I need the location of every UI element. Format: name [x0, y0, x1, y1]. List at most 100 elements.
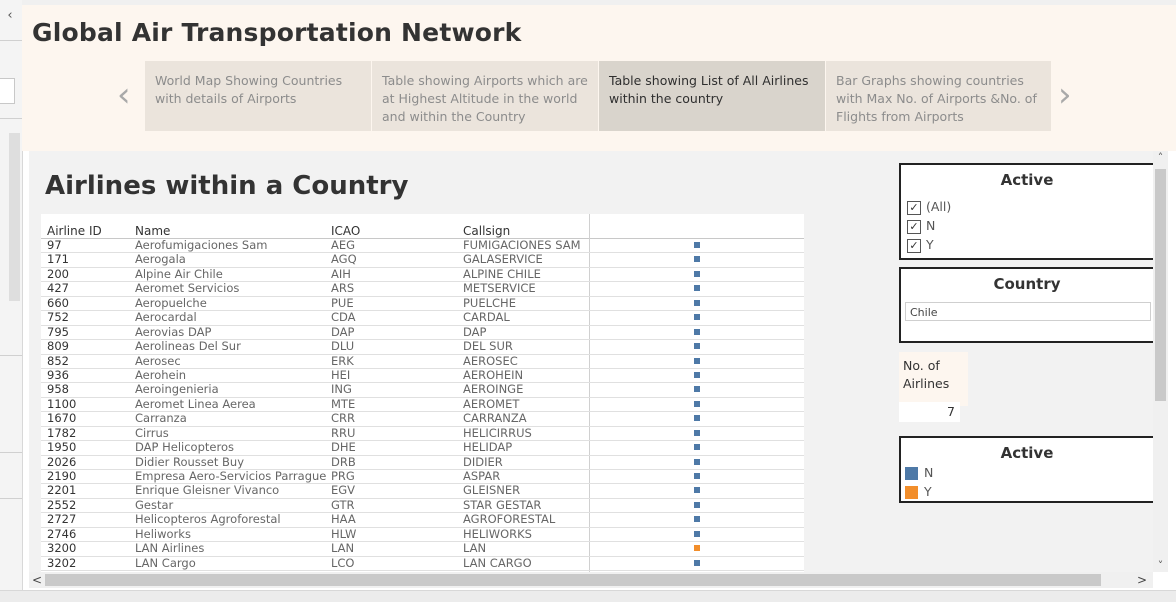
icao-cell: GTR — [331, 498, 355, 512]
horizontal-scrollbar[interactable]: < > — [29, 572, 1153, 588]
icao-cell: ARS — [331, 282, 355, 296]
active-status-marker[interactable] — [694, 343, 700, 350]
table-row[interactable]: 2201 Enrique Gleisner Vivanco EGV GLEISNER — [41, 484, 804, 499]
airline-id-cell: 1100 — [47, 397, 77, 411]
table-row[interactable]: 852 Aerosec ERK AEROSEC — [41, 355, 804, 369]
table-row[interactable]: 752 Aerocardal CDA CARDAL — [41, 311, 804, 326]
active-status-marker[interactable] — [694, 473, 700, 479]
active-status-marker[interactable] — [694, 242, 700, 248]
active-status-marker[interactable] — [694, 299, 700, 306]
scroll-right-icon[interactable]: > — [1137, 572, 1147, 588]
table-row[interactable]: 171 Aerogala AGQ GALASERVICE — [41, 253, 804, 268]
table-row[interactable]: 2552 Gestar GTR STAR GESTAR — [41, 498, 804, 514]
table-row[interactable]: 1782 Cirrus RRU HELICIRRUS — [41, 426, 804, 442]
column-header-airline-id[interactable]: Airline ID — [47, 224, 102, 238]
story-point-highest-airports[interactable]: Table showing Airports which are at High… — [372, 61, 598, 131]
scroll-down-icon[interactable]: ˅ — [1153, 559, 1168, 572]
country-filter-panel: Country Chile — [899, 267, 1153, 343]
side-panel-tab[interactable] — [0, 78, 15, 104]
active-status-marker[interactable] — [694, 270, 700, 277]
vertical-scrollbar[interactable]: ˄ ˅ — [1153, 151, 1168, 572]
active-status-marker[interactable] — [694, 487, 700, 494]
filter-option-y[interactable]: ✓ Y — [907, 237, 934, 253]
side-scrollbar[interactable] — [9, 133, 20, 301]
active-status-marker[interactable] — [694, 429, 700, 436]
legend-item-y[interactable]: Y — [905, 484, 932, 499]
active-status-marker[interactable] — [694, 400, 700, 407]
collapse-panel-icon[interactable]: ‹ — [0, 4, 20, 28]
table-row[interactable]: 936 Aerohein HEI AEROHEIN — [41, 369, 804, 384]
active-status-marker[interactable] — [694, 501, 700, 508]
filter-option-all[interactable]: ✓ (All) — [907, 199, 951, 215]
story-point-bar-graphs[interactable]: Bar Graphs showing countries with Max No… — [826, 61, 1051, 131]
table-row[interactable]: 3200 LAN Airlines LAN LAN — [41, 542, 804, 557]
table-row[interactable]: 660 Aeropuelche PUE PUELCHE — [41, 296, 804, 312]
checkbox-icon[interactable]: ✓ — [907, 200, 921, 215]
table-row[interactable]: 1670 Carranza CRR CARRANZA — [41, 412, 804, 427]
checkbox-icon[interactable]: ✓ — [907, 238, 921, 253]
table-row[interactable]: 809 Aerolineas Del Sur DLU DEL SUR — [41, 340, 804, 355]
active-status-marker[interactable] — [694, 314, 700, 321]
active-status-marker[interactable] — [694, 328, 700, 335]
scroll-left-icon[interactable]: < — [32, 572, 42, 588]
active-status-marker[interactable] — [694, 559, 700, 566]
airline-name-cell: Helicopteros Agroforestal — [135, 513, 281, 527]
icao-cell: PUE — [331, 296, 354, 310]
story-point-world-map[interactable]: World Map Showing Countries with details… — [145, 61, 371, 131]
divider — [0, 498, 22, 499]
table-row[interactable]: 2190 Empresa Aero-Servicios Parrague PRG AS… — [41, 470, 804, 485]
table-row[interactable]: 958 Aeroingenieria ING AEROINGE — [41, 383, 804, 398]
airline-name-cell: Aeromet Servicios — [135, 282, 240, 296]
callsign-cell: HELIDAP — [463, 441, 513, 455]
active-status-marker[interactable] — [694, 371, 700, 378]
table-row[interactable]: 795 Aerovias DAP DAP DAP — [41, 325, 804, 341]
country-filter-title: Country — [993, 275, 1061, 293]
airline-name-cell: Carranza — [135, 412, 187, 426]
active-status-marker[interactable] — [694, 516, 700, 523]
active-status-marker[interactable] — [694, 285, 700, 292]
checkbox-icon[interactable]: ✓ — [907, 219, 921, 234]
active-status-marker[interactable] — [694, 415, 700, 422]
table-row[interactable]: 2746 Heliworks HLW HELIWORKS — [41, 528, 804, 543]
filter-option-n[interactable]: ✓ N — [907, 218, 935, 234]
story-point-airlines-list[interactable]: Table showing List of All Airlines withi… — [599, 61, 825, 131]
icao-cell: LAN — [331, 542, 355, 556]
table-row[interactable]: 97 Aerofumigaciones Sam AEG FUMIGACIONES SA… — [41, 239, 804, 254]
table-row[interactable]: 2026 Didier Rousset Buy DRB DIDIER — [41, 456, 804, 470]
icao-cell: AEG — [331, 239, 356, 252]
chevron-left-icon[interactable]: ‹ — [117, 75, 131, 115]
airline-id-cell: 2727 — [47, 513, 77, 527]
active-status-marker[interactable] — [694, 444, 700, 451]
legend-item-n[interactable]: N — [905, 465, 933, 480]
table-row[interactable]: 1950 DAP Helicopteros DHE HELIDAP — [41, 441, 804, 456]
active-status-marker[interactable] — [694, 530, 700, 537]
scroll-up-icon[interactable]: ˄ — [1153, 151, 1168, 164]
divider — [0, 355, 22, 356]
table-row[interactable]: 1100 Aeromet Linea Aerea MTE AEROMET — [41, 397, 804, 413]
active-filter-title: Active — [1000, 171, 1054, 189]
airline-id-cell: 795 — [47, 325, 69, 339]
vertical-scroll-thumb[interactable] — [1155, 169, 1166, 401]
active-status-marker[interactable] — [694, 357, 700, 364]
airline-id-cell: 1782 — [47, 426, 77, 440]
column-header-icao[interactable]: ICAO — [331, 224, 360, 238]
left-tool-strip: ‹ — [0, 0, 23, 601]
country-dropdown[interactable]: Chile — [905, 302, 1151, 321]
horizontal-scroll-thumb[interactable] — [45, 574, 1101, 586]
table-row[interactable]: 427 Aeromet Servicios ARS METSERVICE — [41, 282, 804, 297]
airline-id-cell: 2552 — [47, 498, 77, 512]
airline-id-cell: 1670 — [47, 412, 77, 426]
active-status-marker[interactable] — [694, 386, 700, 393]
callsign-cell: ALPINE CHILE — [463, 267, 541, 281]
table-row[interactable]: 2727 Helicopteros Agroforestal HAA AGROFORE… — [41, 513, 804, 528]
table-row[interactable]: 3202 LAN Cargo LCO LAN CARGO — [41, 557, 804, 572]
bottom-tab-strip — [0, 590, 1176, 602]
column-header-name[interactable]: Name — [135, 224, 170, 238]
active-status-marker[interactable] — [694, 256, 700, 263]
column-header-callsign[interactable]: Callsign — [463, 224, 510, 238]
table-row[interactable]: 200 Alpine Air Chile AIH ALPINE CHILE — [41, 267, 804, 283]
active-status-marker[interactable] — [694, 458, 700, 465]
chevron-right-icon[interactable]: › — [1058, 75, 1072, 115]
active-status-marker[interactable] — [694, 545, 700, 552]
airline-name-cell: Aerolineas Del Sur — [135, 340, 241, 354]
